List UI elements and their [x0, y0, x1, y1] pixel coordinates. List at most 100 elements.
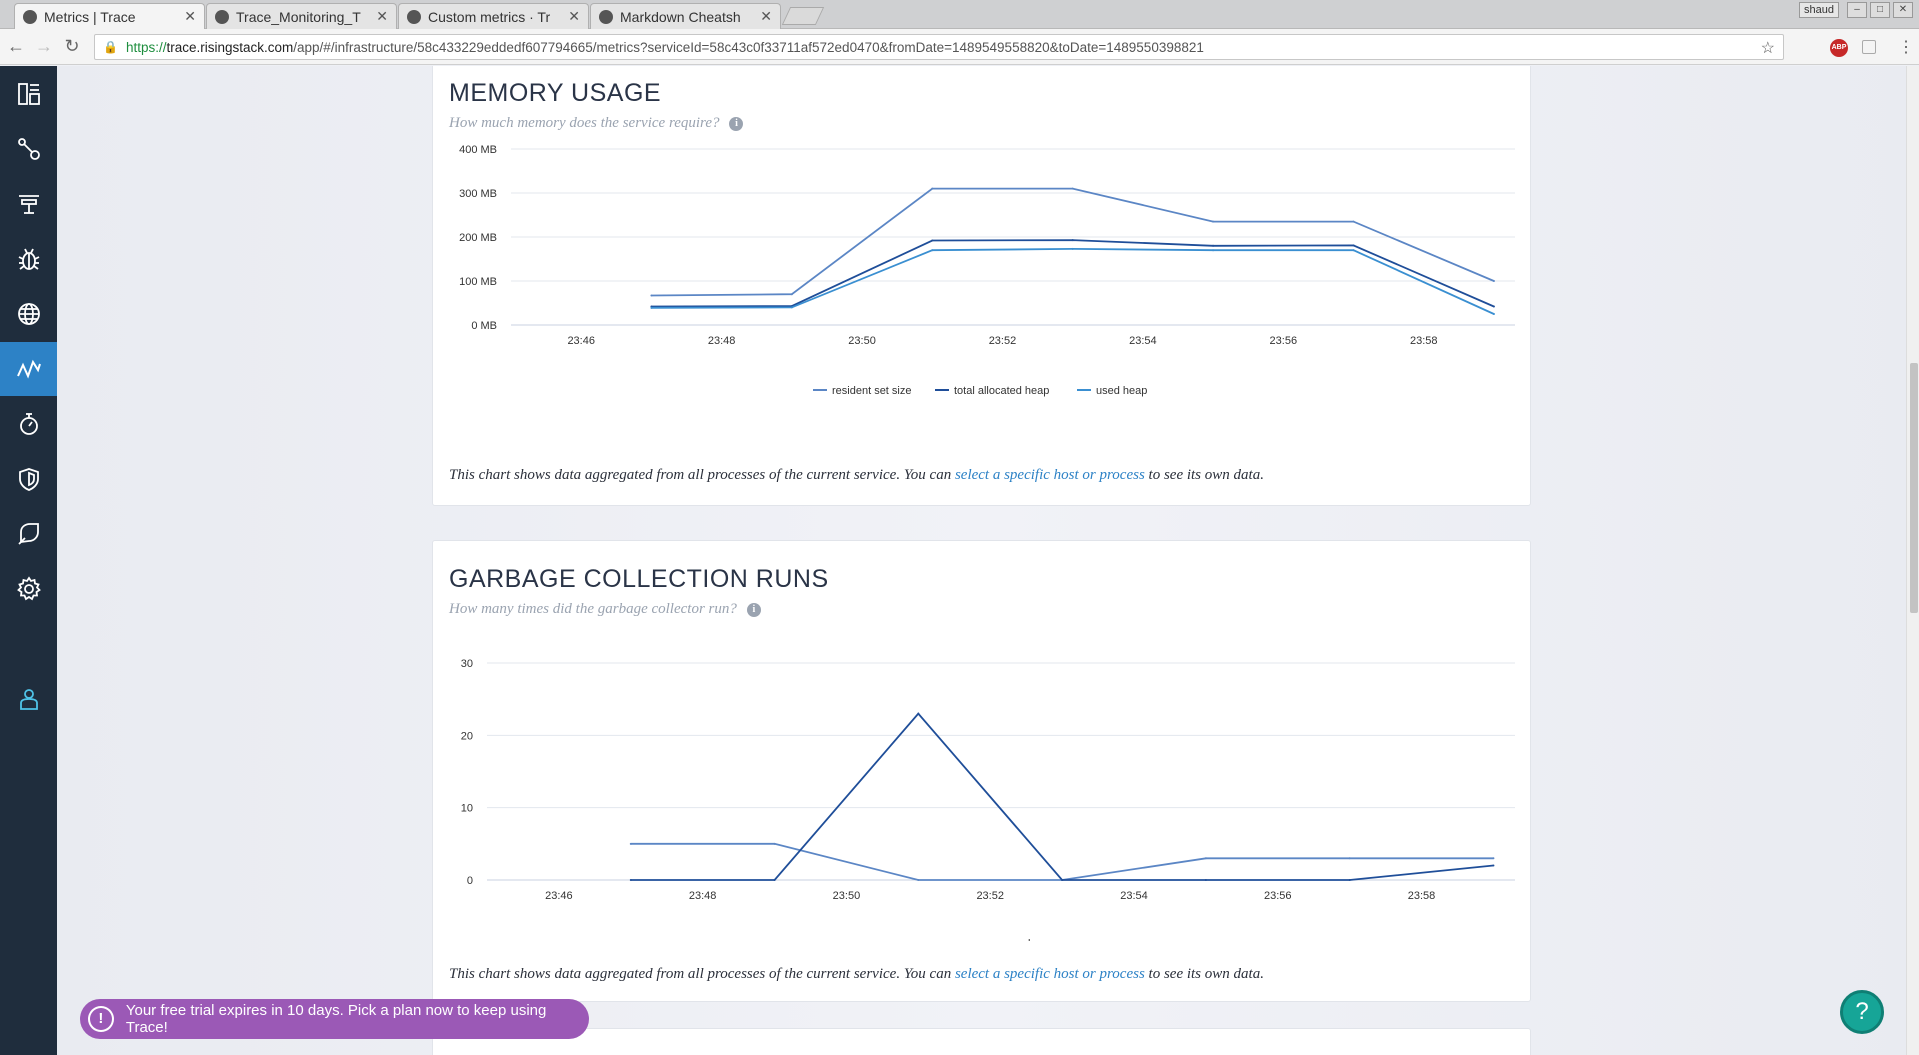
- browser-tab-metrics[interactable]: Metrics | Trace ✕: [14, 3, 205, 29]
- close-icon[interactable]: ✕: [376, 8, 388, 25]
- close-icon[interactable]: ✕: [184, 8, 196, 25]
- data-point: [1204, 857, 1207, 860]
- data-point: [931, 187, 934, 190]
- topology-icon: [17, 138, 40, 160]
- github-favicon-icon: [215, 9, 229, 24]
- legend-label: marksweep: [1009, 938, 1065, 941]
- url-path: /app/#/infrastructure/58c433229eddedf607…: [293, 39, 1204, 55]
- legend-label: resident set size: [832, 385, 911, 397]
- series-line-resident-set-size: [651, 187, 1495, 297]
- card-footnote: This chart shows data aggregated from al…: [449, 966, 1264, 983]
- note-text: This chart shows data aggregated from al…: [449, 966, 955, 982]
- note-text: to see its own data.: [1144, 966, 1264, 982]
- data-point: [1492, 864, 1495, 867]
- select-host-link[interactable]: select a specific host or process: [955, 467, 1145, 483]
- info-icon[interactable]: i: [746, 602, 761, 617]
- sidebar-item-external[interactable]: [0, 287, 57, 341]
- y-tick-label: 0 MB: [471, 320, 497, 332]
- user-icon: [19, 689, 38, 710]
- data-point: [650, 294, 653, 297]
- y-tick-label: 30: [461, 658, 473, 670]
- new-tab-button[interactable]: [781, 7, 825, 25]
- sidebar-item-profile[interactable]: [0, 672, 57, 726]
- app-sidebar: [0, 66, 57, 1055]
- data-point: [1492, 313, 1495, 315]
- close-icon[interactable]: ✕: [760, 8, 772, 25]
- adblock-extension-icon[interactable]: ABP: [1830, 39, 1848, 57]
- reload-icon[interactable]: ↻: [62, 36, 82, 56]
- data-point: [629, 842, 632, 845]
- y-tick-label: 300 MB: [459, 188, 497, 200]
- trial-banner[interactable]: ! Your free trial expires in 10 days. Pi…: [80, 999, 589, 1039]
- x-tick-label: 23:58: [1408, 890, 1436, 902]
- sidebar-item-transactions[interactable]: [0, 177, 57, 231]
- info-icon[interactable]: i: [729, 116, 744, 131]
- dashboard-icon: [17, 83, 40, 105]
- data-point: [773, 879, 776, 881]
- sidebar-item-topology[interactable]: [0, 122, 57, 176]
- y-tick-label: 10: [461, 803, 473, 815]
- help-button[interactable]: ?: [1840, 990, 1884, 1034]
- y-tick-label: 0: [467, 875, 473, 887]
- series-line-total-allocated-heap: [651, 239, 1495, 308]
- sidebar-item-errors[interactable]: [0, 232, 57, 286]
- bookmark-star-icon[interactable]: ☆: [1761, 38, 1775, 58]
- security-shield-icon: [18, 468, 39, 491]
- sidebar-item-security[interactable]: [0, 452, 57, 506]
- tab-title: Metrics | Trace: [44, 8, 136, 25]
- card-title: MEMORY USAGE: [449, 79, 662, 107]
- x-tick-label: 23:46: [545, 890, 573, 902]
- gc-runs-card: GARBAGE COLLECTION RUNS How many times d…: [432, 540, 1531, 1002]
- card-subtitle: How much memory does the service require…: [449, 115, 744, 132]
- chrome-menu-icon[interactable]: ⋮: [1898, 37, 1914, 57]
- y-tick-label: 400 MB: [459, 144, 497, 156]
- main-content: MEMORY USAGE How much memory does the se…: [57, 66, 1919, 1055]
- bug-icon: [18, 248, 39, 270]
- browser-tab-trace-monitoring[interactable]: Trace_Monitoring_T ✕: [206, 3, 397, 29]
- extension-icon[interactable]: [1862, 40, 1876, 54]
- subtitle-text: How much memory does the service require…: [449, 115, 720, 131]
- sidebar-item-dashboard[interactable]: [0, 67, 57, 121]
- address-bar[interactable]: 🔒 https:// trace.risingstack.com /app/#/…: [94, 34, 1784, 60]
- window-close-button[interactable]: ✕: [1893, 2, 1913, 18]
- github-favicon-icon: [599, 9, 613, 24]
- close-icon[interactable]: ✕: [568, 8, 580, 25]
- next-card: [432, 1028, 1531, 1055]
- data-point: [1212, 249, 1215, 252]
- memory-usage-card: MEMORY USAGE How much memory does the se…: [432, 66, 1531, 506]
- data-point: [650, 306, 653, 309]
- profile-button[interactable]: shaud: [1799, 2, 1839, 18]
- data-point: [790, 293, 793, 296]
- sidebar-item-settings[interactable]: [0, 562, 57, 616]
- page-scrollbar[interactable]: [1906, 66, 1919, 1055]
- minimize-button[interactable]: –: [1847, 2, 1867, 18]
- back-arrow-icon[interactable]: ←: [6, 36, 26, 56]
- select-host-link[interactable]: select a specific host or process: [955, 966, 1145, 982]
- data-point: [1352, 249, 1355, 252]
- legend-label: used heap: [1096, 385, 1147, 397]
- memory-usage-chart: 0 MB 100 MB 200 MB 300 MB 400 MB 23:46 23:48 23…: [459, 144, 1515, 397]
- url-host: trace.risingstack.com: [166, 39, 294, 55]
- data-point: [1492, 305, 1495, 308]
- browser-tab-strip: Metrics | Trace ✕ Trace_Monitoring_T ✕ C…: [0, 0, 1919, 29]
- browser-tab-markdown[interactable]: Markdown Cheatsh ✕: [590, 3, 781, 29]
- tab-title: Markdown Cheatsh: [620, 8, 741, 25]
- data-point: [1348, 857, 1351, 860]
- legend-label: scavenge: [919, 938, 966, 941]
- scrollbar-thumb[interactable]: [1910, 363, 1918, 613]
- alerts-icon: [17, 523, 39, 545]
- gc-runs-chart: 0 10 20 30 23:46 23:48 23:50 23:52 23:54 23:56 23:…: [461, 658, 1515, 941]
- data-point: [1071, 187, 1074, 190]
- data-point: [1352, 220, 1355, 223]
- y-tick-label: 20: [461, 730, 473, 742]
- x-tick-label: 23:56: [1270, 335, 1298, 347]
- maximize-button[interactable]: □: [1870, 2, 1890, 18]
- x-tick-label: 23:50: [848, 335, 876, 347]
- data-point: [917, 879, 920, 881]
- x-tick-label: 23:48: [708, 335, 736, 347]
- forward-arrow-icon[interactable]: →: [34, 36, 54, 56]
- sidebar-item-profiler[interactable]: [0, 397, 57, 451]
- sidebar-item-metrics[interactable]: [0, 342, 57, 396]
- browser-tab-custom-metrics[interactable]: Custom metrics · Tr ✕: [398, 3, 589, 29]
- sidebar-item-alerting[interactable]: [0, 507, 57, 561]
